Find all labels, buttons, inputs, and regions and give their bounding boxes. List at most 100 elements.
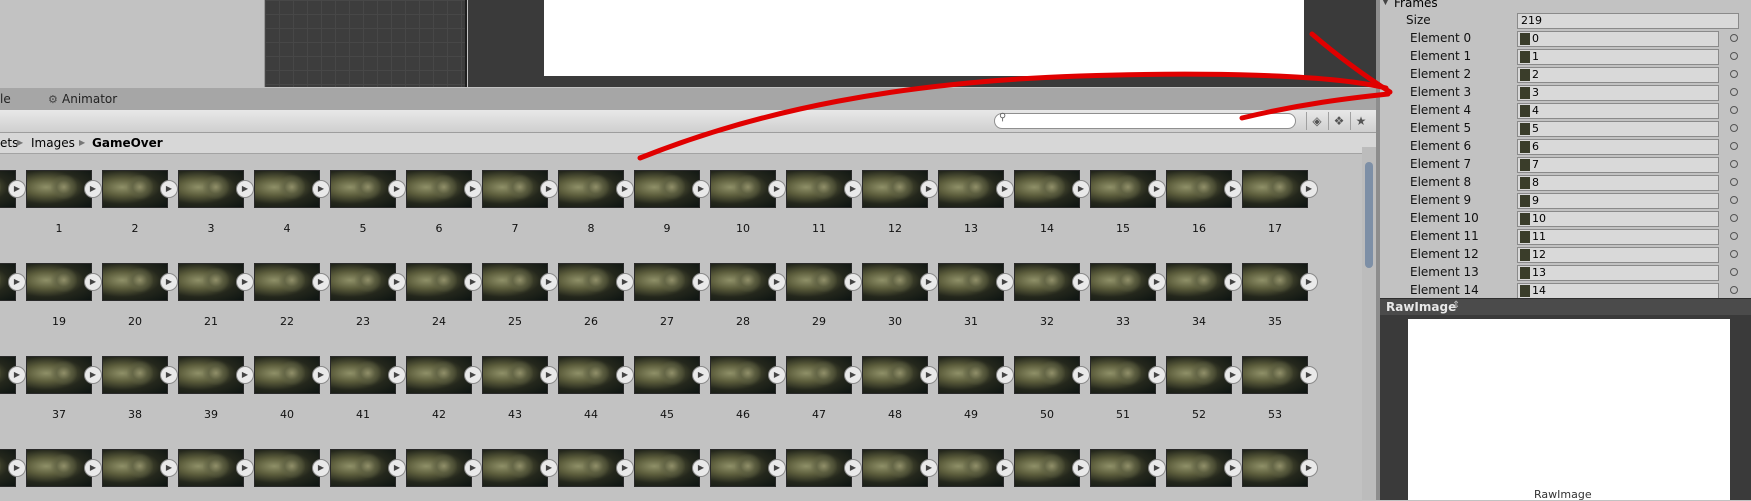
asset-item[interactable]: ▶ 45 bbox=[634, 344, 710, 424]
asset-item[interactable]: ▶ 49 bbox=[938, 344, 1014, 424]
play-icon[interactable]: ▶ bbox=[1148, 459, 1166, 477]
breadcrumb-images[interactable]: Images bbox=[31, 133, 75, 153]
play-icon[interactable]: ▶ bbox=[8, 273, 26, 291]
tab-animator[interactable]: Animator bbox=[62, 92, 117, 106]
frame-object-field[interactable]: 9 bbox=[1517, 193, 1719, 209]
object-picker-icon[interactable] bbox=[1730, 106, 1738, 114]
play-icon[interactable]: ▶ bbox=[464, 180, 482, 198]
asset-item[interactable]: ▶ bbox=[1166, 437, 1242, 500]
play-icon[interactable]: ▶ bbox=[464, 459, 482, 477]
object-picker-icon[interactable] bbox=[1730, 160, 1738, 168]
asset-item[interactable]: ▶ 20 bbox=[102, 251, 178, 331]
play-icon[interactable]: ▶ bbox=[312, 180, 330, 198]
play-icon[interactable]: ▶ bbox=[844, 273, 862, 291]
filter-type-icon[interactable]: ◈ bbox=[1306, 112, 1327, 130]
asset-item[interactable]: ▶ 22 bbox=[254, 251, 330, 331]
asset-item[interactable]: ▶ bbox=[254, 437, 330, 500]
asset-item[interactable]: ▶ bbox=[406, 437, 482, 500]
asset-item[interactable]: ▶ 32 bbox=[1014, 251, 1090, 331]
play-icon[interactable]: ▶ bbox=[996, 366, 1014, 384]
play-icon[interactable]: ▶ bbox=[1224, 273, 1242, 291]
play-icon[interactable]: ▶ bbox=[160, 273, 178, 291]
asset-item[interactable]: ▶ bbox=[1014, 437, 1090, 500]
frame-object-field[interactable]: 0 bbox=[1517, 31, 1719, 47]
play-icon[interactable]: ▶ bbox=[844, 459, 862, 477]
object-picker-icon[interactable] bbox=[1730, 124, 1738, 132]
play-icon[interactable]: ▶ bbox=[692, 180, 710, 198]
frame-object-field[interactable]: 3 bbox=[1517, 85, 1719, 101]
play-icon[interactable]: ▶ bbox=[616, 366, 634, 384]
asset-item[interactable]: ▶ 6 bbox=[406, 158, 482, 238]
frame-object-field[interactable]: 8 bbox=[1517, 175, 1719, 191]
play-icon[interactable]: ▶ bbox=[236, 459, 254, 477]
frame-object-field[interactable]: 5 bbox=[1517, 121, 1719, 137]
play-icon[interactable]: ▶ bbox=[692, 459, 710, 477]
asset-item[interactable]: ▶ 11 bbox=[786, 158, 862, 238]
play-icon[interactable]: ▶ bbox=[1148, 180, 1166, 198]
play-icon[interactable]: ▶ bbox=[1224, 180, 1242, 198]
object-picker-icon[interactable] bbox=[1730, 70, 1738, 78]
play-icon[interactable]: ▶ bbox=[84, 180, 102, 198]
play-icon[interactable]: ▶ bbox=[1300, 180, 1318, 198]
asset-item[interactable]: ▶ 43 bbox=[482, 344, 558, 424]
play-icon[interactable]: ▶ bbox=[844, 180, 862, 198]
frame-object-field[interactable]: 11 bbox=[1517, 229, 1719, 245]
asset-item[interactable]: ▶ 26 bbox=[558, 251, 634, 331]
asset-item[interactable]: ▶ 18 bbox=[0, 251, 26, 331]
play-icon[interactable]: ▶ bbox=[84, 459, 102, 477]
play-icon[interactable]: ▶ bbox=[1224, 366, 1242, 384]
asset-item[interactable]: ▶ bbox=[482, 437, 558, 500]
asset-item[interactable]: ▶ 42 bbox=[406, 344, 482, 424]
asset-item[interactable]: ▶ 28 bbox=[710, 251, 786, 331]
play-icon[interactable]: ▶ bbox=[692, 366, 710, 384]
play-icon[interactable]: ▶ bbox=[1300, 366, 1318, 384]
asset-item[interactable]: ▶ 34 bbox=[1166, 251, 1242, 331]
asset-item[interactable]: ▶ 21 bbox=[178, 251, 254, 331]
asset-item[interactable]: ▶ bbox=[178, 437, 254, 500]
play-icon[interactable]: ▶ bbox=[388, 180, 406, 198]
object-picker-icon[interactable] bbox=[1730, 214, 1738, 222]
asset-item[interactable]: ▶ 25 bbox=[482, 251, 558, 331]
play-icon[interactable]: ▶ bbox=[236, 366, 254, 384]
frame-object-field[interactable]: 10 bbox=[1517, 211, 1719, 227]
asset-item[interactable]: ▶ 31 bbox=[938, 251, 1014, 331]
play-icon[interactable]: ▶ bbox=[160, 180, 178, 198]
asset-item[interactable]: ▶ 52 bbox=[1166, 344, 1242, 424]
play-icon[interactable]: ▶ bbox=[388, 366, 406, 384]
frame-object-field[interactable]: 14 bbox=[1517, 283, 1719, 299]
frame-object-field[interactable]: 2 bbox=[1517, 67, 1719, 83]
size-field[interactable]: 219 bbox=[1517, 13, 1739, 29]
preview-header[interactable]: RawImage ⇕ bbox=[1380, 298, 1751, 316]
play-icon[interactable]: ▶ bbox=[1300, 459, 1318, 477]
asset-item[interactable]: ▶ 19 bbox=[26, 251, 102, 331]
asset-item[interactable]: ▶ 16 bbox=[1166, 158, 1242, 238]
asset-item[interactable]: ▶ bbox=[786, 437, 862, 500]
play-icon[interactable]: ▶ bbox=[1072, 180, 1090, 198]
play-icon[interactable]: ▶ bbox=[616, 273, 634, 291]
asset-item[interactable]: ▶ bbox=[862, 437, 938, 500]
asset-item[interactable]: ▶ 5 bbox=[330, 158, 406, 238]
asset-item[interactable]: ▶ 36 bbox=[0, 344, 26, 424]
object-picker-icon[interactable] bbox=[1730, 34, 1738, 42]
play-icon[interactable]: ▶ bbox=[768, 459, 786, 477]
play-icon[interactable]: ▶ bbox=[312, 366, 330, 384]
asset-item[interactable]: ▶ 23 bbox=[330, 251, 406, 331]
play-icon[interactable]: ▶ bbox=[464, 273, 482, 291]
asset-item[interactable]: ▶ bbox=[102, 437, 178, 500]
play-icon[interactable]: ▶ bbox=[768, 180, 786, 198]
asset-item[interactable]: ▶ 15 bbox=[1090, 158, 1166, 238]
play-icon[interactable]: ▶ bbox=[312, 273, 330, 291]
frame-object-field[interactable]: 7 bbox=[1517, 157, 1719, 173]
play-icon[interactable]: ▶ bbox=[1072, 273, 1090, 291]
play-icon[interactable]: ▶ bbox=[160, 459, 178, 477]
asset-item[interactable]: ▶ 10 bbox=[710, 158, 786, 238]
play-icon[interactable]: ▶ bbox=[312, 459, 330, 477]
play-icon[interactable]: ▶ bbox=[692, 273, 710, 291]
asset-item[interactable]: ▶ 3 bbox=[178, 158, 254, 238]
asset-item[interactable]: ▶ 47 bbox=[786, 344, 862, 424]
play-icon[interactable]: ▶ bbox=[1072, 366, 1090, 384]
asset-item[interactable]: ▶ 53 bbox=[1242, 344, 1318, 424]
play-icon[interactable]: ▶ bbox=[768, 366, 786, 384]
play-icon[interactable]: ▶ bbox=[236, 180, 254, 198]
asset-item[interactable]: ▶ bbox=[634, 437, 710, 500]
